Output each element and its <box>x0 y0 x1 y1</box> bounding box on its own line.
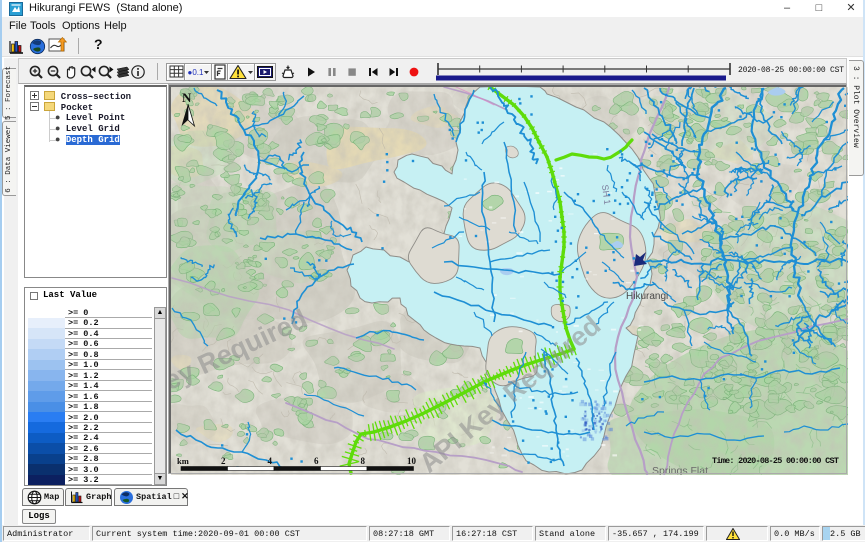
svg-text:2: 2 <box>221 456 226 466</box>
svg-text:Time: 2020-08-25 00:00:00 CST: Time: 2020-08-25 00:00:00 CST <box>712 456 839 466</box>
svg-text:N: N <box>182 90 192 105</box>
svg-text:km: km <box>177 456 189 466</box>
svg-text:6: 6 <box>314 456 319 466</box>
svg-text:4: 4 <box>268 456 273 466</box>
svg-text:Springs Flat: Springs Flat <box>652 465 708 475</box>
svg-text:Hikurangi: Hikurangi <box>626 291 668 302</box>
svg-text:8: 8 <box>361 456 366 466</box>
svg-text:10: 10 <box>407 456 417 466</box>
